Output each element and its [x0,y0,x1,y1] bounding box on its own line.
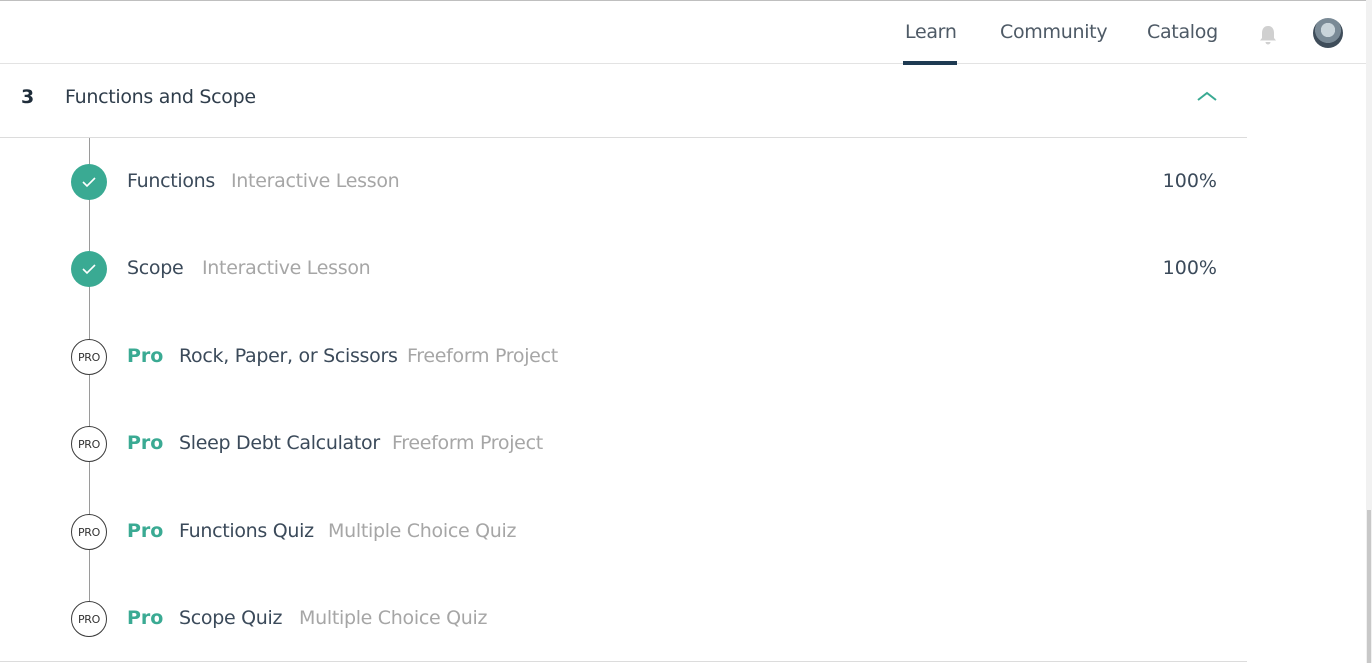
lesson-type: Freeform Project [407,345,558,367]
lesson-type: Freeform Project [392,432,543,454]
bell-icon[interactable] [1257,24,1279,46]
pro-badge-icon: PRO [71,601,107,637]
completed-check-icon [71,164,107,200]
module-title: Functions and Scope [65,86,256,108]
lesson-title: Rock, Paper, or Scissors [179,345,398,367]
lesson-row-functions[interactable]: Functions Interactive Lesson 100% [0,164,1247,204]
pro-badge-icon: PRO [71,426,107,462]
module-header[interactable]: 3 Functions and Scope [0,64,1247,138]
top-navigation: Learn Community Catalog [0,0,1366,65]
nav-community[interactable]: Community [1000,21,1108,43]
chevron-up-icon[interactable] [1195,89,1219,103]
lesson-title: Scope Quiz [179,607,283,629]
pro-label: Pro [127,520,164,542]
lesson-row-sleep-debt-calculator[interactable]: PRO Pro Sleep Debt Calculator Freeform P… [0,426,1247,466]
divider [0,661,1247,662]
pro-label: Pro [127,345,164,367]
lesson-title: Functions Quiz [179,520,314,542]
user-avatar[interactable] [1313,18,1343,48]
completed-check-icon [71,251,107,287]
scrollbar-thumb[interactable] [1367,510,1371,663]
lesson-type: Multiple Choice Quiz [328,520,517,542]
lesson-title: Sleep Debt Calculator [179,432,380,454]
lesson-row-scope[interactable]: Scope Interactive Lesson 100% [0,251,1247,291]
lesson-type: Multiple Choice Quiz [299,607,488,629]
lesson-type: Interactive Lesson [202,257,371,279]
nav-catalog[interactable]: Catalog [1147,21,1218,43]
module-number: 3 [21,86,35,108]
lesson-row-rock-paper-scissors[interactable]: PRO Pro Rock, Paper, or Scissors Freefor… [0,339,1247,379]
lesson-title: Functions [127,170,216,192]
lesson-progress: 100% [1162,170,1217,192]
nav-learn[interactable]: Learn [905,21,957,43]
pro-label: Pro [127,432,164,454]
pro-badge-icon: PRO [71,339,107,375]
lesson-row-functions-quiz[interactable]: PRO Pro Functions Quiz Multiple Choice Q… [0,514,1247,554]
lesson-title: Scope [127,257,184,279]
pro-badge-icon: PRO [71,514,107,550]
lesson-row-scope-quiz[interactable]: PRO Pro Scope Quiz Multiple Choice Quiz [0,601,1247,641]
lesson-type: Interactive Lesson [231,170,400,192]
lesson-progress: 100% [1162,257,1217,279]
pro-label: Pro [127,607,164,629]
